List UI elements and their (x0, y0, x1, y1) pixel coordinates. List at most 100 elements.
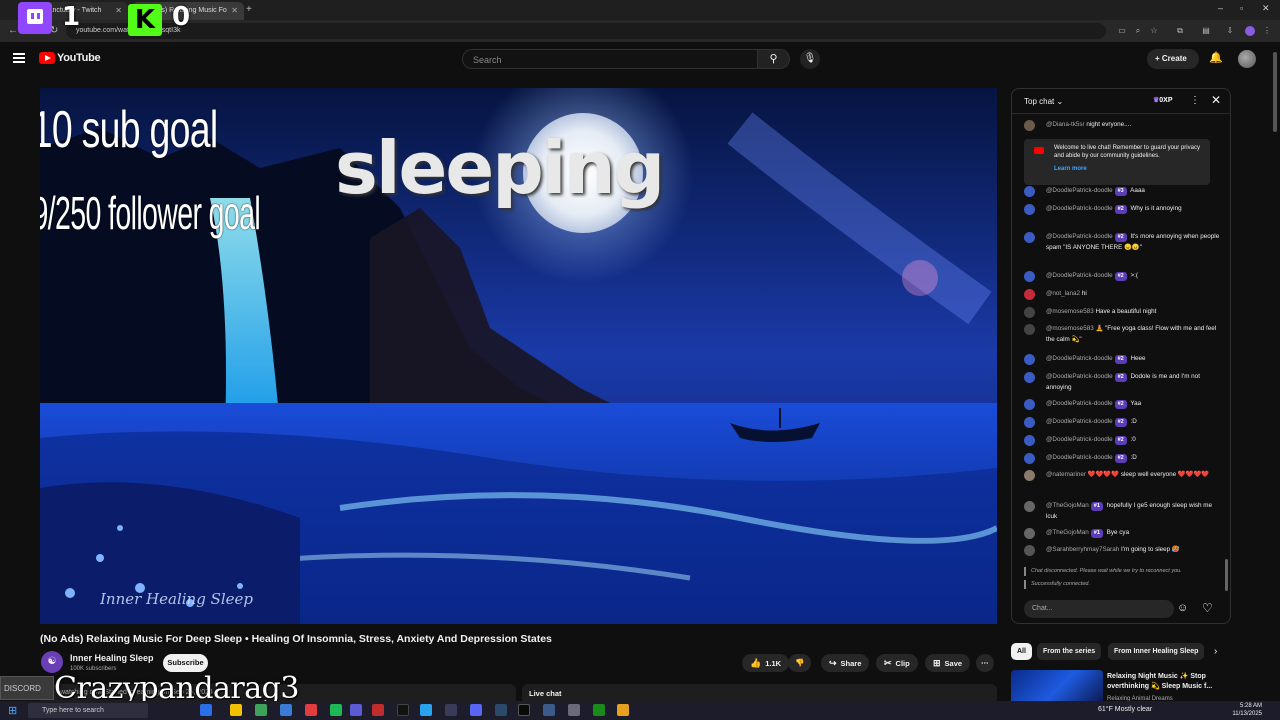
maximize-icon[interactable]: ▫ (1240, 3, 1243, 13)
chat-author[interactable]: @DoodlePatrick-doodle (1046, 233, 1113, 240)
chat-author-avatar[interactable] (1024, 545, 1035, 556)
chat-author-avatar[interactable] (1024, 528, 1035, 539)
close-icon[interactable]: ✕ (1211, 93, 1221, 107)
chat-author[interactable]: @TheGojoMan (1046, 529, 1089, 536)
zoom-icon[interactable]: ⌕ (1133, 26, 1143, 36)
windows-start-icon[interactable]: ⊞ (8, 704, 17, 717)
chat-more-icon[interactable]: ⋮ (1190, 95, 1200, 106)
save-button[interactable]: ⊞ Save (925, 654, 971, 672)
chat-author-avatar[interactable] (1024, 324, 1035, 335)
create-button[interactable]: + Create (1147, 49, 1199, 69)
chat-author-avatar[interactable] (1024, 120, 1035, 131)
chat-author-avatar[interactable] (1024, 470, 1035, 481)
recommendation-title[interactable]: Relaxing Night Music ✨ Stop overthinking… (1107, 672, 1217, 692)
chat-author[interactable]: @DoodlePatrick-doodle (1046, 418, 1113, 425)
chat-author-avatar[interactable] (1024, 232, 1035, 243)
weather-widget[interactable]: 61°F Mostly clear (1098, 706, 1152, 713)
edge-icon[interactable] (200, 704, 212, 716)
discord-icon[interactable] (470, 704, 482, 716)
menu-icon[interactable] (13, 53, 25, 63)
spotify-icon[interactable] (330, 704, 342, 716)
sidepanel-icon[interactable]: ▤ (1201, 26, 1211, 36)
chat-author-avatar[interactable] (1024, 501, 1035, 512)
emoji-icon[interactable]: ☺ (1177, 602, 1188, 614)
app-icon[interactable] (568, 704, 580, 716)
channel-avatar[interactable]: ☯ (41, 651, 63, 673)
app-icon[interactable] (350, 704, 362, 716)
chat-author-avatar[interactable] (1024, 271, 1035, 282)
steam-icon[interactable] (495, 704, 507, 716)
video-player[interactable]: sleeping 1/10 sub goal 169/250 follower … (40, 88, 997, 624)
chat-author-avatar[interactable] (1024, 372, 1035, 383)
chat-author[interactable]: @DoodlePatrick-doodle (1046, 454, 1113, 461)
chat-author[interactable]: @Sarahberryhmay7Sarah (1046, 546, 1119, 553)
chat-author[interactable]: @mosemose583 (1046, 325, 1094, 332)
system-clock[interactable]: 5:28 AM 11/13/2025 (1222, 702, 1262, 718)
clip-button[interactable]: ✂ Clip (876, 654, 918, 672)
youtube-logo-text[interactable]: YouTube (57, 52, 101, 64)
chat-author-avatar[interactable] (1024, 204, 1035, 215)
xbox-icon[interactable] (593, 704, 605, 716)
chat-scrollbar[interactable] (1225, 559, 1228, 591)
chat-author[interactable]: @DoodlePatrick-doodle (1046, 373, 1113, 380)
share-button[interactable]: ↪ Share (821, 654, 870, 672)
like-button[interactable]: 👍 1.1K (742, 654, 790, 672)
app-icon[interactable] (305, 704, 317, 716)
chat-author-avatar[interactable] (1024, 453, 1035, 464)
subscribe-button[interactable]: Subscribe (163, 654, 208, 672)
xp-badge[interactable]: ♛0XP (1153, 96, 1173, 104)
chat-author[interactable]: @TheGojoMan (1046, 502, 1089, 509)
tiktok-icon[interactable] (397, 704, 409, 716)
app-icon[interactable] (543, 704, 555, 716)
star-icon[interactable]: ☆ (1149, 26, 1159, 36)
taskbar-search[interactable]: Type here to search (28, 703, 148, 718)
url-field[interactable]: youtube.com/watch?v=…IDsqtI3k (66, 23, 1106, 39)
channel-name[interactable]: Inner Healing Sleep (70, 653, 154, 663)
chat-author-avatar[interactable] (1024, 435, 1035, 446)
chat-author-avatar[interactable] (1024, 289, 1035, 300)
app-icon[interactable] (445, 704, 457, 716)
app-icon[interactable] (372, 704, 384, 716)
chat-author[interactable]: @DoodlePatrick-doodle (1046, 400, 1113, 407)
more-actions-button[interactable]: ⋯ (976, 654, 994, 672)
chat-author[interactable]: @DoodlePatrick-doodle (1046, 205, 1113, 212)
chat-author[interactable]: @natemariner (1046, 471, 1086, 478)
close-icon[interactable]: ✕ (231, 6, 238, 15)
notifications-bell-icon[interactable]: 🔔 (1209, 51, 1223, 64)
chat-author-avatar[interactable] (1024, 186, 1035, 197)
download-icon[interactable]: ⇩ (1225, 26, 1235, 36)
chat-author[interactable]: @not_lana2 (1046, 290, 1080, 297)
chat-author[interactable]: @DoodlePatrick-doodle (1046, 355, 1113, 362)
app-icon[interactable] (617, 704, 629, 716)
chat-author-avatar[interactable] (1024, 307, 1035, 318)
chat-input[interactable]: Chat... (1024, 600, 1174, 618)
store-icon[interactable] (280, 704, 292, 716)
learn-more-link[interactable]: Learn more (1054, 165, 1202, 173)
minimize-icon[interactable]: – (1218, 3, 1223, 13)
chevron-right-icon[interactable]: › (1214, 646, 1217, 657)
dislike-button[interactable]: 👎 (788, 654, 812, 672)
extensions-icon[interactable]: ⧉ (1175, 26, 1185, 36)
file-explorer-icon[interactable] (230, 704, 242, 716)
kick-app-icon[interactable] (518, 704, 530, 716)
search-input[interactable]: Search (462, 49, 758, 69)
app-icon[interactable] (420, 704, 432, 716)
youtube-logo-icon[interactable] (39, 52, 55, 64)
close-window-icon[interactable]: ✕ (1262, 3, 1270, 14)
chat-author[interactable]: @DoodlePatrick-doodle (1046, 436, 1113, 443)
chip-all[interactable]: All (1011, 643, 1032, 660)
back-icon[interactable]: ← (8, 25, 18, 36)
cast-icon[interactable]: ▭ (1117, 26, 1127, 36)
chat-author-avatar[interactable] (1024, 417, 1035, 428)
heart-icon[interactable]: ♡ (1202, 601, 1213, 615)
search-button[interactable]: ⚲ (758, 49, 790, 69)
chip-from-channel[interactable]: From Inner Healing Sleep (1108, 643, 1205, 660)
voice-search-button[interactable]: 🎙 (800, 49, 820, 69)
page-scrollbar[interactable] (1272, 42, 1278, 701)
chat-author-avatar[interactable] (1024, 399, 1035, 410)
avatar[interactable] (1238, 50, 1256, 68)
close-icon[interactable]: ✕ (115, 6, 122, 15)
more-vert-icon[interactable]: ⋮ (1262, 26, 1272, 36)
chat-author[interactable]: @mosemose583 (1046, 308, 1094, 315)
profile-icon[interactable] (1245, 26, 1255, 36)
